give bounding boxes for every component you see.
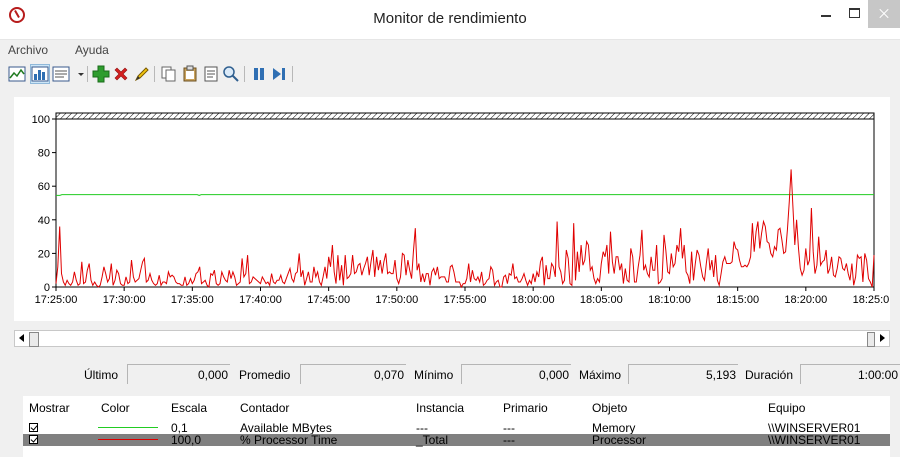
time-scrollbar[interactable] [14, 330, 890, 347]
copy-properties-icon[interactable] [160, 65, 178, 83]
computer-cell: \\WINSERVER01 [768, 433, 861, 447]
y-tick-label: 40 [38, 215, 50, 227]
properties-icon[interactable] [202, 65, 220, 83]
close-button[interactable] [868, 0, 900, 28]
view-report-icon[interactable] [52, 65, 70, 83]
x-tick-label: 17:35:00 [171, 294, 214, 306]
maximum-value: 5,193 [628, 364, 738, 384]
window-title: Monitor de rendimiento [373, 10, 527, 27]
counter-list-table: Mostrar Color Escala Contador Instancia … [23, 396, 890, 457]
scroll-start-thumb[interactable] [29, 332, 39, 347]
maximum-label: Máximo [579, 368, 622, 382]
toolbar-separator [87, 66, 88, 82]
add-counter-icon[interactable] [92, 65, 110, 83]
title-bar: Monitor de rendimiento [0, 0, 900, 40]
view-graph-icon[interactable] [8, 65, 26, 83]
freeze-display-icon[interactable] [250, 65, 268, 83]
table-row[interactable]: 100,0 % Processor Time _Total --- Proces… [23, 434, 890, 446]
maximize-button[interactable] [840, 0, 868, 28]
series-line-available-mbytes [56, 194, 874, 196]
series-line--processor-time [55, 169, 875, 289]
show-checkbox[interactable] [29, 435, 38, 444]
x-tick-label: 17:55:00 [444, 294, 487, 306]
highlight-pen-icon[interactable] [133, 65, 151, 83]
column-header-counter[interactable]: Contador [240, 401, 289, 415]
x-tick-label: 17:40:00 [239, 294, 282, 306]
show-checkbox[interactable] [29, 423, 38, 432]
column-header-instance[interactable]: Instancia [416, 401, 464, 415]
update-data-icon[interactable] [270, 65, 288, 83]
x-tick-label: 18:20:00 [784, 294, 827, 306]
y-tick-label: 60 [38, 181, 50, 193]
x-tick-label: 17:45:00 [307, 294, 350, 306]
last-label: Último [84, 368, 119, 382]
object-cell: Processor [592, 433, 647, 447]
x-tick-label: 18:00:00 [512, 294, 555, 306]
y-tick-label: 20 [38, 248, 50, 260]
paste-counters-icon[interactable] [181, 65, 199, 83]
x-tick-label: 18:10:00 [648, 294, 691, 306]
scroll-left-arrow-icon[interactable] [19, 334, 24, 342]
column-header-parent[interactable]: Primario [503, 401, 548, 415]
parent-cell: --- [503, 433, 515, 447]
table-row[interactable]: 0,1 Available MBytes --- --- Memory \\WI… [23, 422, 890, 434]
zoom-icon[interactable] [222, 65, 240, 83]
delete-counter-icon[interactable] [112, 65, 130, 83]
x-tick-label: 17:50:00 [375, 294, 418, 306]
duration-label: Duración [745, 368, 794, 382]
x-tick-label: 18:05:00 [580, 294, 623, 306]
duration-value: 1:00:00 [800, 364, 900, 384]
plot-frame [55, 118, 875, 288]
minimum-value: 0,000 [461, 364, 571, 384]
column-header-color[interactable]: Color [101, 401, 130, 415]
minimum-label: Mínimo [414, 368, 454, 382]
average-label: Promedio [239, 368, 291, 382]
y-tick-label: 100 [32, 114, 50, 126]
x-tick-label: 17:30:00 [103, 294, 146, 306]
toolbar-separator [244, 66, 245, 82]
column-header-scale[interactable]: Escala [171, 401, 207, 415]
y-tick-label: 0 [44, 282, 50, 294]
performance-graph-panel: 100 80 60 40 20 0 17:25:00 17:30:00 17:35:00 17:4… [14, 97, 895, 321]
plot-top-band [55, 112, 875, 120]
statistics-bar: Último 0,000 Promedio 0,070 Mínimo 0,000… [0, 364, 900, 386]
color-swatch [98, 427, 158, 428]
scale-cell: 100,0 [171, 433, 202, 447]
minimize-button[interactable] [812, 0, 840, 28]
toolbar-separator [154, 66, 155, 82]
scroll-end-thumb[interactable] [867, 332, 875, 347]
view-histogram-icon[interactable] [30, 64, 50, 84]
last-value: 0,000 [127, 364, 230, 384]
column-header-show[interactable]: Mostrar [29, 401, 70, 415]
dropdown-chevron-icon[interactable] [72, 65, 84, 83]
x-tick-label: 18:15:00 [716, 294, 759, 306]
column-header-object[interactable]: Objeto [592, 401, 627, 415]
menu-bar: Archivo Ayuda [0, 40, 900, 60]
x-tick-label: 17:25:00 [35, 294, 78, 306]
x-tick-label: 18:25:01 [853, 294, 890, 306]
instance-cell: _Total [416, 433, 449, 447]
y-tick-label: 80 [38, 148, 50, 160]
average-value: 0,070 [300, 364, 406, 384]
menu-archivo[interactable]: Archivo [8, 43, 48, 57]
toolbar-separator [292, 66, 293, 82]
toolbar [0, 62, 900, 86]
color-swatch [98, 439, 158, 440]
column-header-computer[interactable]: Equipo [768, 401, 805, 415]
counter-cell: % Processor Time [240, 433, 338, 447]
scroll-right-arrow-icon[interactable] [880, 334, 885, 342]
menu-ayuda[interactable]: Ayuda [75, 43, 109, 57]
performance-line-chart: 100 80 60 40 20 017:25:00 17:30:00 17:35:00 17:4… [32, 112, 895, 306]
